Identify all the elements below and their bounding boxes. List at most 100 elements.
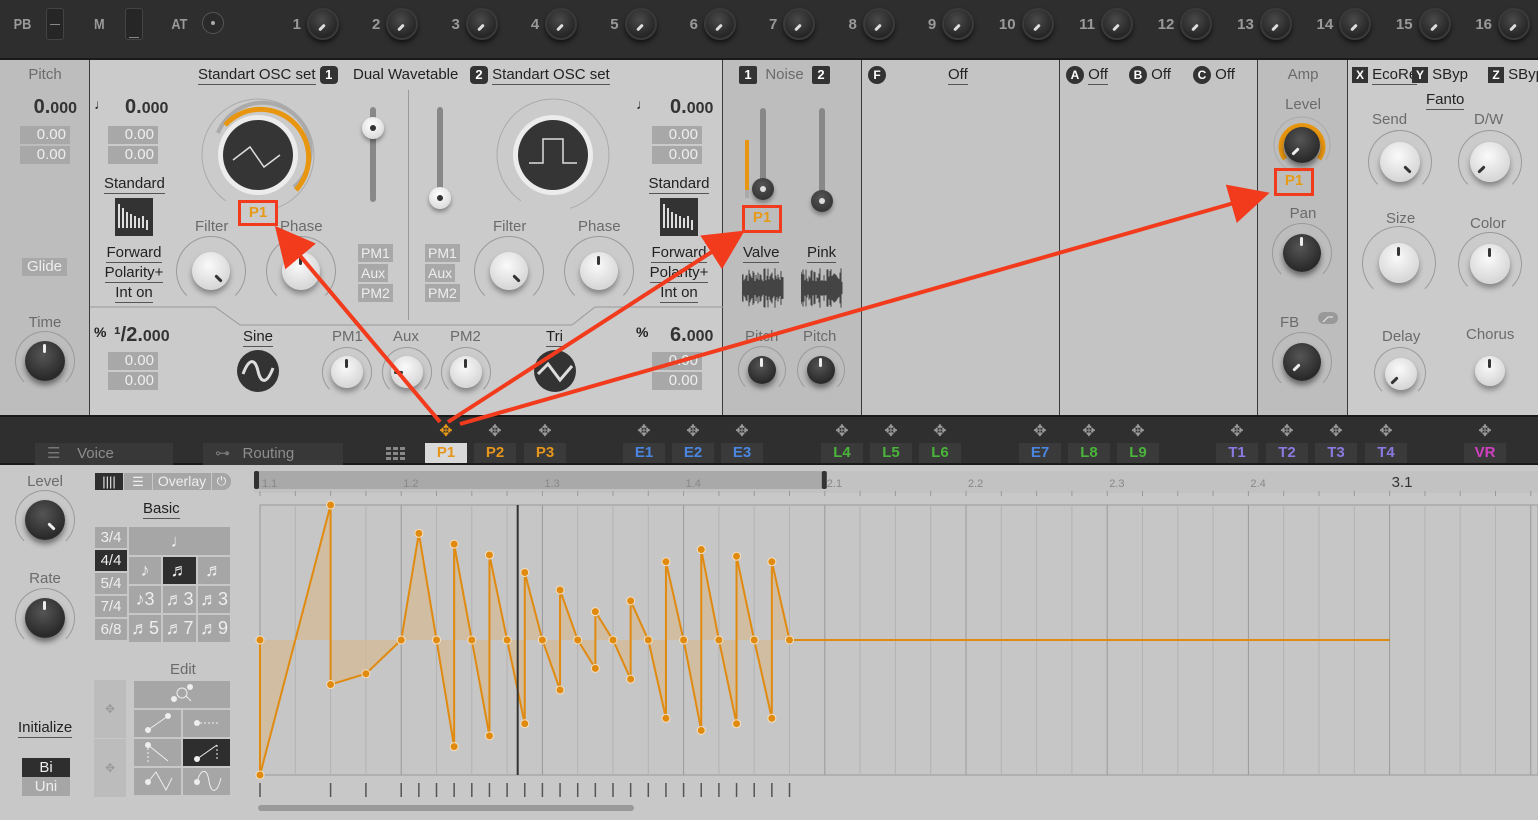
macro-knob[interactable] — [1339, 8, 1372, 40]
osc1-ratio-sub[interactable]: 0.00 — [108, 352, 158, 370]
envelope-point[interactable] — [785, 635, 794, 645]
editor-level-knob[interactable] — [25, 500, 65, 540]
bipolar-toggle[interactable]: Bi — [22, 758, 70, 777]
line-tool[interactable] — [133, 709, 182, 738]
noise-p1-mod-badge[interactable]: P1 — [742, 205, 782, 233]
preset-basic[interactable]: Basic — [143, 500, 180, 519]
osc1-ratio-sub[interactable]: 0.00 — [108, 372, 158, 390]
envelope-point[interactable] — [361, 669, 371, 679]
osc1-sub-value[interactable]: 0.00 — [108, 126, 158, 144]
drag-handle-icon[interactable]: ✥ — [634, 421, 654, 441]
fb-knob[interactable] — [1283, 343, 1321, 381]
osc1-wave-knob[interactable] — [198, 95, 318, 215]
mod-tag-aux[interactable]: Aux — [425, 264, 456, 282]
osc2-sub-value[interactable]: 0.00 — [652, 146, 702, 164]
time-sig-option[interactable]: 6/8 — [94, 618, 128, 641]
amp-p1-mod-badge[interactable]: P1 — [1274, 168, 1314, 196]
drag-handle-icon[interactable]: ✥ — [1277, 421, 1297, 441]
drag-handle-icon[interactable]: ✥ — [832, 421, 852, 441]
sine-select[interactable]: Sine — [243, 328, 274, 347]
time-sig-option[interactable]: 5/4 — [94, 572, 128, 595]
envelope-point[interactable] — [679, 635, 689, 645]
osc1-p1-mod-badge[interactable]: P1 — [238, 200, 278, 226]
macro-knob[interactable] — [465, 8, 498, 40]
osc2-direction[interactable]: Forward — [648, 244, 710, 263]
fb-curve-toggle[interactable] — [1318, 312, 1338, 324]
overlay-button[interactable]: Overlay — [153, 473, 211, 490]
drag-handle-icon[interactable]: ✥ — [1079, 421, 1099, 441]
pitch-value[interactable]: 0.000 — [34, 96, 77, 119]
glide-button[interactable]: Glide — [22, 258, 68, 276]
envelope-point[interactable] — [432, 635, 441, 645]
time-sig-option[interactable]: 4/4 — [94, 549, 128, 572]
initialize-button[interactable]: Initialize — [18, 719, 73, 738]
mod-tag-pm1[interactable]: PM1 — [425, 244, 460, 262]
mod-tab-e3[interactable]: E3 — [721, 443, 763, 463]
osc1-preset[interactable]: Standart OSC set 1 — [198, 66, 338, 85]
noise2-level-fader[interactable] — [811, 190, 833, 212]
noise1-type[interactable]: Valve — [743, 244, 780, 263]
note-value-option[interactable]: ♬9 — [197, 614, 231, 643]
note-value-option[interactable]: ♪3 — [128, 585, 162, 614]
envelope-point[interactable] — [484, 731, 494, 741]
noise2-type[interactable]: Pink — [807, 244, 837, 263]
osc1-ratio-value[interactable]: ¹/2.000 — [114, 324, 170, 347]
drag-handle-icon[interactable]: ✥ — [535, 421, 555, 441]
mod-tab-p3[interactable]: P3 — [524, 443, 566, 463]
note-value-option[interactable]: ♩ — [128, 526, 231, 556]
envelope-point[interactable] — [502, 635, 512, 645]
mod-tag-pm2[interactable]: PM2 — [425, 284, 460, 302]
pitchbend-wheel[interactable] — [46, 8, 64, 40]
rate-knob[interactable] — [25, 598, 65, 638]
note-value-option[interactable]: ♪ — [128, 556, 162, 585]
hold-tool[interactable] — [182, 709, 231, 738]
envelope-point[interactable] — [414, 528, 424, 538]
insert-b[interactable]: B Off — [1129, 66, 1171, 85]
power-icon[interactable]: ⏻ — [212, 473, 231, 490]
note-value-option[interactable]: ♬5 — [128, 614, 162, 643]
insert-c[interactable]: C Off — [1193, 66, 1235, 85]
envelope-point[interactable] — [255, 770, 265, 780]
macro-knob[interactable] — [624, 8, 657, 40]
mod-tab-t1[interactable]: T1 — [1216, 443, 1258, 463]
envelope-point[interactable] — [537, 635, 547, 645]
envelope-point[interactable] — [732, 551, 742, 561]
envelope-point[interactable] — [520, 719, 530, 729]
drag-handle-icon[interactable]: ✥ — [732, 421, 752, 441]
ramp-down-tool[interactable] — [133, 738, 182, 767]
note-value-option[interactable]: ♬3 — [162, 585, 197, 614]
wavetable-fader-2[interactable] — [429, 187, 451, 209]
macro-knob[interactable] — [1498, 8, 1530, 40]
macro-knob[interactable] — [1021, 8, 1054, 40]
size-knob[interactable] — [1379, 243, 1419, 283]
ramp-up-tool[interactable] — [182, 738, 231, 767]
fx-preset[interactable]: Fanto — [1426, 91, 1465, 110]
envelope-point[interactable] — [449, 539, 459, 549]
osc2-ratio-value[interactable]: 6.000 — [670, 324, 713, 347]
envelope-point[interactable] — [326, 680, 336, 690]
osc2-pitch-value[interactable]: 0.000 — [670, 96, 713, 119]
sine-tool[interactable] — [182, 767, 231, 796]
drag-handle-icon[interactable]: ✥ — [1326, 421, 1346, 441]
mod-tag-aux[interactable]: Aux — [358, 264, 389, 282]
macro-knob[interactable] — [386, 8, 419, 40]
macro-knob[interactable] — [1418, 8, 1451, 40]
osc2-phase-knob[interactable] — [580, 252, 618, 290]
bars-view-button[interactable]: |||| — [95, 473, 123, 490]
osc2-mode[interactable]: Standard — [648, 175, 710, 194]
osc1-polarity[interactable]: Polarity+ — [104, 264, 164, 283]
osc1-pitch-value[interactable]: 0.000 — [125, 96, 168, 119]
macro-knob[interactable] — [862, 8, 895, 40]
osc1-mode[interactable]: Standard — [104, 175, 165, 194]
osc2-ratio-sub[interactable]: 0.00 — [652, 352, 702, 370]
macro-knob[interactable] — [1101, 8, 1133, 40]
time-sig-option[interactable]: 7/4 — [94, 595, 128, 618]
mod-tag-pm1[interactable]: PM1 — [358, 244, 393, 262]
drag-handle-icon[interactable]: ✥ — [436, 421, 456, 441]
pitch-sub-value[interactable]: 0.00 — [20, 146, 70, 164]
noise1-level-fader[interactable] — [752, 178, 774, 200]
osc2-ratio-sub[interactable]: 0.00 — [652, 372, 702, 390]
envelope-point[interactable] — [467, 635, 477, 645]
mod-tab-t2[interactable]: T2 — [1266, 443, 1308, 463]
drag-handle-icon[interactable]: ✥ — [1128, 421, 1148, 441]
